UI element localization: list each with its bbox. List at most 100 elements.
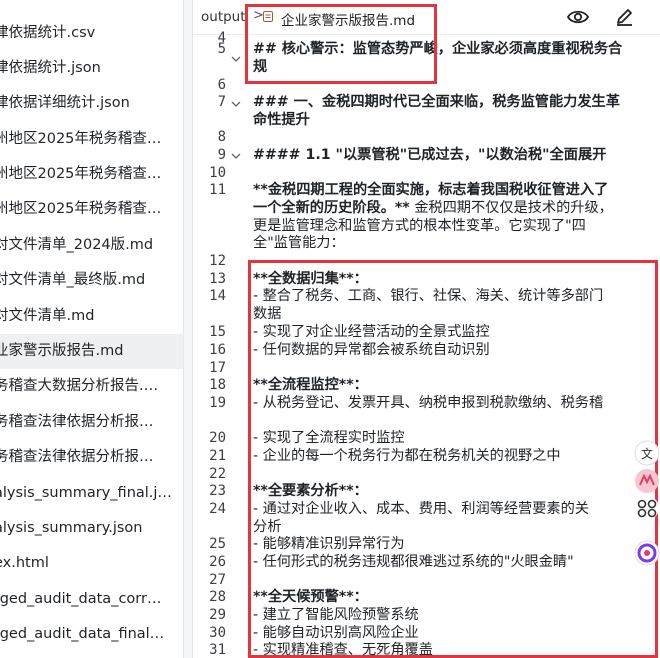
- file-item[interactable]: 律依据统计.json: [0, 51, 183, 86]
- fold-chevron-icon[interactable]: [231, 151, 241, 161]
- file-item[interactable]: 对文件清单_最终版.md: [0, 263, 183, 298]
- section-label: **全数据归集**：: [253, 271, 368, 287]
- paragraph-line: 全"监管能力：: [253, 235, 345, 251]
- file-item-label: alysis_summary.json: [0, 520, 143, 536]
- list-item-wrap: 分析: [253, 519, 282, 535]
- list-item: - 任何数据的异常都会被系统自动识别: [253, 342, 490, 358]
- file-item[interactable]: alysis_summary.json: [0, 511, 183, 546]
- line-number: 16: [209, 342, 226, 358]
- list-item: - 建立了智能风险预警系统: [253, 607, 419, 623]
- file-item-label: 务稽查法律依据分析报…: [0, 414, 154, 430]
- line-number: 10: [209, 165, 226, 181]
- file-item[interactable]: rged_audit_data_final…: [0, 617, 183, 652]
- line-number: 9: [217, 147, 226, 163]
- file-item[interactable]: alysis_summary_final.j…: [0, 476, 183, 511]
- file-item-label: 律依据统计.json: [0, 60, 101, 76]
- paragraph-bold-tail: 一个全新的历史阶段。**: [253, 200, 410, 216]
- list-item: - 整合了税务、工商、银行、社保、海关、统计等多部门: [253, 288, 604, 304]
- heading-h4: #### 1.1 "以票管税"已成过去，"以数治税"全面展开: [253, 147, 607, 163]
- nodes-icon[interactable]: [634, 495, 660, 521]
- list-item: - 通过对企业收入、成本、费用、利润等经营要素的关: [253, 501, 589, 517]
- file-item-label: rged_audit_data_corr…: [0, 591, 162, 607]
- line-number: 24: [209, 501, 226, 517]
- paragraph-text: 金税四期不仅仅是技术的升级，: [414, 200, 613, 216]
- file-item-label: 律依据详细统计.json: [0, 95, 130, 111]
- file-item[interactable]: 州地区2025年税务稽查…: [0, 192, 183, 227]
- file-item-label: 州地区2025年税务稽查…: [0, 166, 162, 182]
- line-number: 5: [217, 41, 226, 57]
- heading-h3-wrap: 命性提升: [253, 112, 310, 128]
- paragraph-line: 更是监管理念和监管方式的根本性变革。它实现了"四: [253, 218, 586, 234]
- line-number: 30: [209, 625, 226, 641]
- fold-chevron-icon[interactable]: [231, 99, 241, 109]
- line-number: 7: [217, 94, 226, 110]
- line-number: 21: [209, 448, 226, 464]
- file-item[interactable]: 务稽查法律依据分析报…: [0, 440, 183, 475]
- svg-text:文: 文: [641, 446, 653, 461]
- line-number: 12: [209, 253, 226, 269]
- line-number: 22: [209, 466, 226, 482]
- file-explorer-sidebar: 律依据统计.csv 律依据统计.json 律依据详细统计.json 州地区202…: [0, 0, 183, 658]
- brand-badge-icon[interactable]: [634, 468, 660, 494]
- file-item[interactable]: 州地区2025年税务稽查…: [0, 122, 183, 157]
- section-label: **全流程监控**：: [253, 377, 368, 393]
- file-item[interactable]: rged_audit_data_corr…: [0, 582, 183, 617]
- line-number: 19: [209, 395, 226, 411]
- file-item-label: 对文件清单.md: [0, 308, 95, 324]
- line-number: 20: [209, 430, 226, 446]
- heading-h2: ## 核心警示：监管态势严峻，企业家必须高度重视税务合: [253, 41, 623, 57]
- markdown-editor: output > 企业家警示版报告.md 4 5 6 7 8 9 10 11 1…: [193, 0, 660, 658]
- list-item: - 任何形式的税务违规都很难逃过系统的"火眼金睛": [253, 554, 574, 570]
- eye-icon[interactable]: [565, 6, 591, 28]
- line-number: 18: [209, 377, 226, 393]
- file-item-label: 对文件清单_2024版.md: [0, 237, 154, 253]
- heading-h2-wrap: 规: [253, 59, 268, 75]
- file-item-label: ex.html: [0, 555, 49, 571]
- file-item-label: 律依据统计.csv: [0, 25, 96, 41]
- line-number: 13: [209, 271, 226, 287]
- assistant-orb-icon[interactable]: [634, 540, 660, 566]
- file-item-active[interactable]: 业家警示版报告.md: [0, 334, 183, 369]
- file-item-label: 对文件清单_最终版.md: [0, 272, 146, 288]
- file-item-label: 务稽查大数据分析报告.…: [0, 378, 159, 394]
- line-number: 11: [209, 182, 226, 198]
- list-item: - 能够自动识别高风险企业: [253, 625, 419, 641]
- pencil-icon[interactable]: [611, 6, 637, 28]
- file-item-label: rged_audit_data_final…: [0, 626, 165, 642]
- file-item[interactable]: 对文件清单_2024版.md: [0, 228, 183, 263]
- panel-resize-handle[interactable]: [183, 0, 193, 658]
- line-number: 8: [217, 129, 226, 145]
- line-number: 25: [209, 536, 226, 552]
- line-number: 28: [209, 589, 226, 605]
- line-number: 27: [209, 572, 226, 588]
- translate-icon[interactable]: 文: [634, 440, 660, 466]
- list-item: - 实现了全流程实时监控: [253, 430, 405, 446]
- line-number: 15: [209, 324, 226, 340]
- line-number: 26: [209, 554, 226, 570]
- editor-header: output > 企业家警示版报告.md: [193, 0, 660, 35]
- breadcrumb-root[interactable]: output: [201, 9, 246, 25]
- list-item-wrap: 数据: [253, 306, 282, 322]
- heading-h3: ### 一、金税四期时代已全面来临，税务监管能力发生革: [253, 94, 620, 110]
- file-item-label: alysis_summary_final.j…: [0, 485, 172, 501]
- file-item[interactable]: ex.html: [0, 546, 183, 581]
- file-item[interactable]: 务稽查大数据分析报告.…: [0, 369, 183, 404]
- file-item[interactable]: 律依据统计.csv: [0, 16, 183, 51]
- editor-content[interactable]: ## 核心警示：监管态势严峻，企业家必须高度重视税务合 规 ### 一、金税四期…: [253, 34, 660, 658]
- line-number: 17: [209, 360, 226, 376]
- line-number-gutter: 4 5 6 7 8 9 10 11 12 13 14 15 16 17 18 1…: [193, 30, 249, 658]
- file-item[interactable]: 律依据详细统计.json: [0, 86, 183, 121]
- file-item-label: 业家警示版报告.md: [0, 343, 124, 359]
- file-item[interactable]: 州地区2025年税务稽查…: [0, 157, 183, 192]
- file-item[interactable]: 务稽查法律依据分析报…: [0, 405, 183, 440]
- list-item: - 能够精准识别异常行为: [253, 536, 405, 552]
- list-item: - 实现精准稽查、无死角覆盖: [253, 642, 433, 658]
- fold-chevron-icon[interactable]: [231, 54, 241, 64]
- file-item-label: 务稽查法律依据分析报…: [0, 449, 154, 465]
- breadcrumb-file[interactable]: 企业家警示版报告.md: [281, 9, 415, 29]
- paragraph-line: 一个全新的历史阶段。** 金税四期不仅仅是技术的升级，: [253, 200, 648, 217]
- line-number: 31: [209, 642, 226, 658]
- line-number: 6: [217, 77, 226, 93]
- file-item[interactable]: 对文件清单.md: [0, 299, 183, 334]
- section-label: **全天候预警**：: [253, 589, 368, 605]
